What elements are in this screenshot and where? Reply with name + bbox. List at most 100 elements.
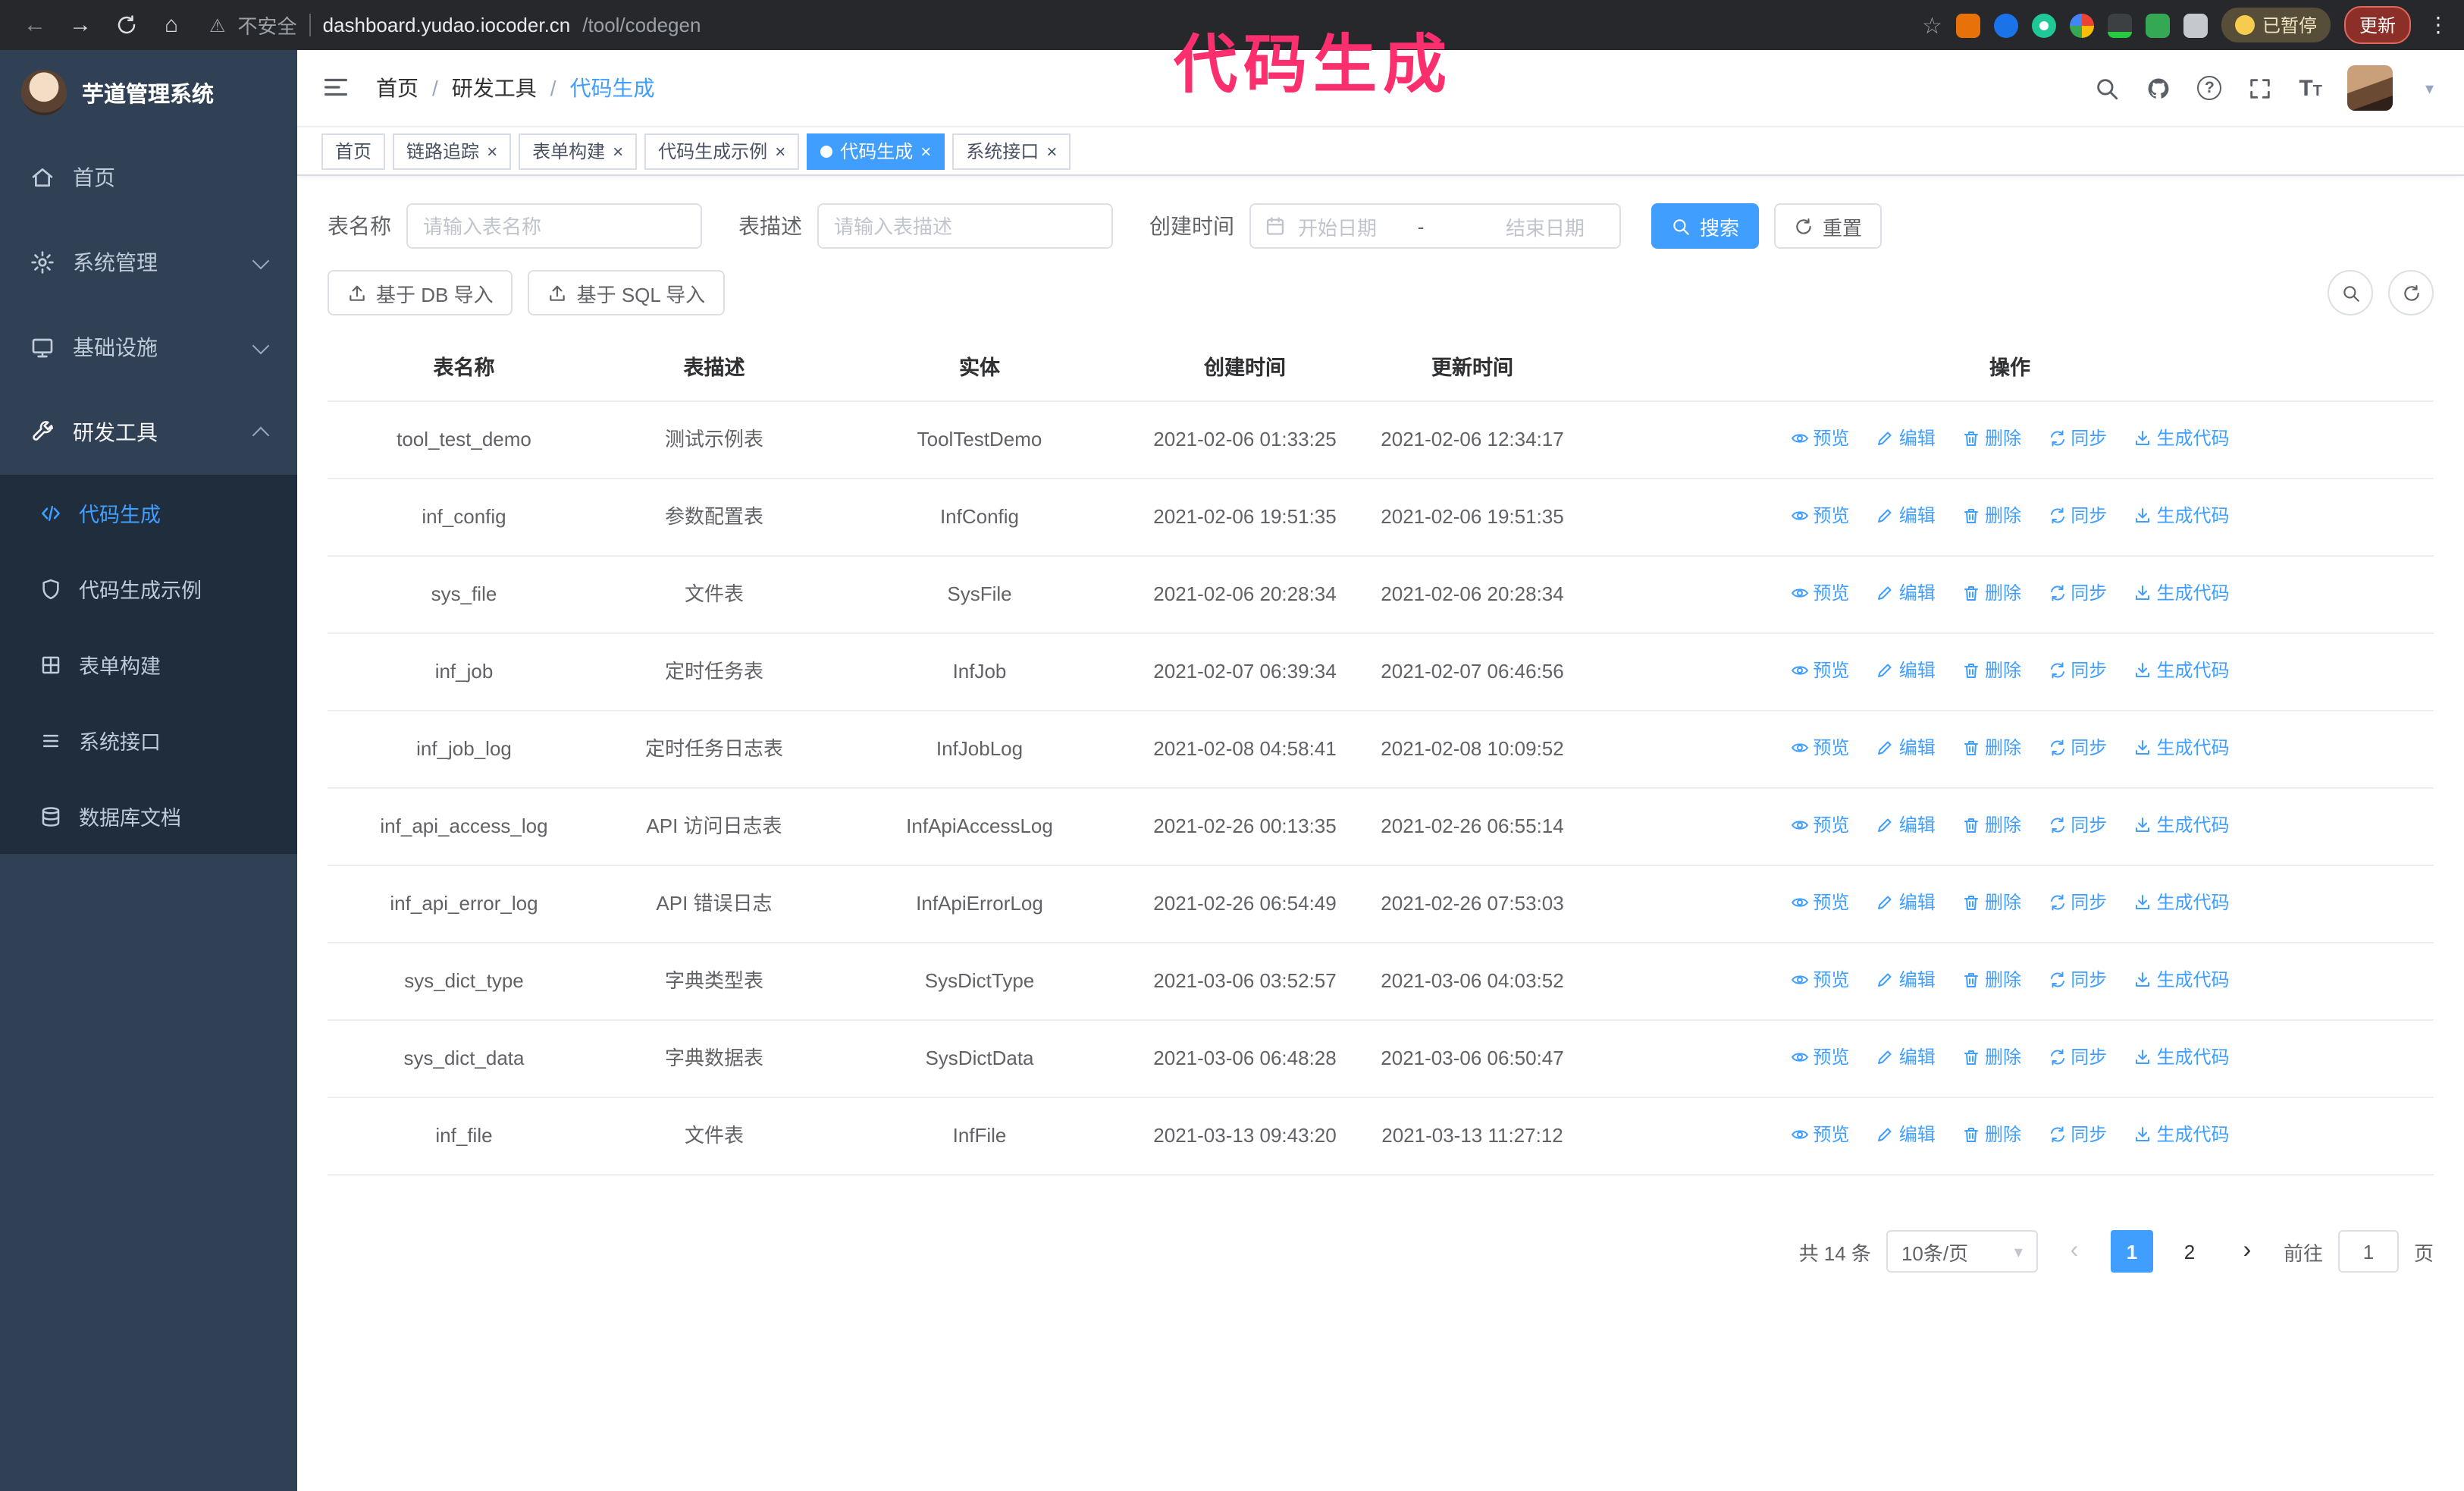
sync-link[interactable]: 同步 (2048, 733, 2107, 763)
preview-link[interactable]: 预览 (1790, 965, 1849, 995)
sync-link[interactable]: 同步 (2048, 965, 2107, 995)
sync-link[interactable]: 同步 (2048, 578, 2107, 608)
import-sql-button[interactable]: 基于 SQL 导入 (528, 270, 726, 315)
generate-code-link[interactable]: 生成代码 (2134, 1119, 2230, 1150)
delete-link[interactable]: 删除 (1962, 733, 2021, 763)
tab-system-api[interactable]: 系统接口 × (952, 133, 1071, 169)
preview-link[interactable]: 预览 (1790, 423, 1849, 454)
extension-icon[interactable] (2069, 13, 2094, 37)
table-desc-input[interactable] (817, 203, 1113, 249)
preview-link[interactable]: 预览 (1790, 733, 1849, 763)
next-page-button[interactable]: › (2225, 1230, 2268, 1273)
delete-link[interactable]: 删除 (1962, 655, 2021, 686)
preview-link[interactable]: 预览 (1790, 887, 1849, 918)
close-icon[interactable]: × (920, 142, 931, 160)
reset-button[interactable]: 重置 (1774, 203, 1882, 249)
sidebar-item-form-builder[interactable]: 表单构建 (0, 626, 297, 702)
generate-code-link[interactable]: 生成代码 (2134, 655, 2230, 686)
generate-code-link[interactable]: 生成代码 (2134, 578, 2230, 608)
generate-code-link[interactable]: 生成代码 (2134, 887, 2230, 918)
edit-link[interactable]: 编辑 (1876, 965, 1936, 995)
prev-page-button[interactable]: ‹ (2052, 1230, 2096, 1273)
search-icon[interactable] (2094, 75, 2120, 101)
generate-code-link[interactable]: 生成代码 (2134, 733, 2230, 763)
generate-code-link[interactable]: 生成代码 (2134, 501, 2230, 531)
tab-tracing[interactable]: 链路追踪 × (393, 133, 512, 169)
browser-back-button[interactable]: ← (15, 5, 55, 45)
sync-link[interactable]: 同步 (2048, 1119, 2107, 1150)
goto-page-input[interactable] (2337, 1230, 2399, 1273)
delete-link[interactable]: 删除 (1962, 887, 2021, 918)
sidebar-item-system[interactable]: 系统管理 (0, 220, 297, 305)
edit-link[interactable]: 编辑 (1876, 1042, 1936, 1072)
sync-link[interactable]: 同步 (2048, 887, 2107, 918)
preview-link[interactable]: 预览 (1790, 501, 1849, 531)
sidebar-item-codegen-example[interactable]: 代码生成示例 (0, 551, 297, 626)
table-name-input[interactable] (406, 203, 702, 249)
create-time-range-picker[interactable]: 开始日期 - 结束日期 (1249, 203, 1621, 249)
sync-link[interactable]: 同步 (2048, 655, 2107, 686)
edit-link[interactable]: 编辑 (1876, 1119, 1936, 1150)
generate-code-link[interactable]: 生成代码 (2134, 810, 2230, 840)
search-button[interactable]: 搜索 (1651, 203, 1760, 249)
sync-link[interactable]: 同步 (2048, 501, 2107, 531)
page-button-1[interactable]: 1 (2110, 1230, 2153, 1273)
edit-link[interactable]: 编辑 (1876, 655, 1936, 686)
generate-code-link[interactable]: 生成代码 (2134, 1042, 2230, 1072)
extensions-puzzle-icon[interactable] (2183, 13, 2208, 37)
close-icon[interactable]: × (1046, 142, 1057, 160)
extension-icon[interactable] (1955, 13, 1980, 37)
preview-link[interactable]: 预览 (1790, 810, 1849, 840)
extension-icon[interactable] (2107, 13, 2132, 37)
extension-icon[interactable] (2031, 13, 2056, 37)
generate-code-link[interactable]: 生成代码 (2134, 965, 2230, 995)
delete-link[interactable]: 删除 (1962, 501, 2021, 531)
font-size-icon[interactable]: TT (2299, 77, 2322, 99)
update-button[interactable]: 更新 (2343, 6, 2411, 44)
toggle-search-button[interactable] (2328, 270, 2373, 315)
address-bar[interactable]: ⚠ 不安全 dashboard.yudao.iocoder.cn/tool/co… (209, 11, 1916, 39)
github-icon[interactable] (2146, 75, 2171, 101)
page-size-select[interactable]: 10条/页 ▾ (1886, 1230, 2038, 1273)
edit-link[interactable]: 编辑 (1876, 887, 1936, 918)
tab-home[interactable]: 首页 (321, 133, 386, 169)
tab-codegen[interactable]: 代码生成 × (807, 133, 945, 169)
preview-link[interactable]: 预览 (1790, 578, 1849, 608)
extension-icon[interactable] (2145, 13, 2170, 37)
sidebar-item-infrastructure[interactable]: 基础设施 (0, 305, 297, 390)
delete-link[interactable]: 删除 (1962, 423, 2021, 454)
breadcrumb-home[interactable]: 首页 (376, 73, 419, 103)
preview-link[interactable]: 预览 (1790, 655, 1849, 686)
tab-form-builder[interactable]: 表单构建 × (519, 133, 638, 169)
edit-link[interactable]: 编辑 (1876, 733, 1936, 763)
bookmark-star-icon[interactable]: ☆ (1922, 11, 1942, 39)
refresh-table-button[interactable] (2388, 270, 2434, 315)
delete-link[interactable]: 删除 (1962, 578, 2021, 608)
extension-icon[interactable] (1993, 13, 2018, 37)
sidebar-item-dev-tools[interactable]: 研发工具 (0, 390, 297, 475)
browser-home-button[interactable]: ⌂ (152, 5, 191, 45)
close-icon[interactable]: × (487, 142, 497, 160)
delete-link[interactable]: 删除 (1962, 965, 2021, 995)
sync-link[interactable]: 同步 (2048, 810, 2107, 840)
close-icon[interactable]: × (613, 142, 623, 160)
user-avatar[interactable] (2347, 65, 2393, 111)
tab-codegen-example[interactable]: 代码生成示例 × (644, 133, 800, 169)
edit-link[interactable]: 编辑 (1876, 810, 1936, 840)
delete-link[interactable]: 删除 (1962, 810, 2021, 840)
breadcrumb-dev-tools[interactable]: 研发工具 (452, 73, 537, 103)
edit-link[interactable]: 编辑 (1876, 423, 1936, 454)
preview-link[interactable]: 预览 (1790, 1042, 1849, 1072)
sidebar-item-codegen[interactable]: 代码生成 (0, 475, 297, 551)
browser-menu-icon[interactable]: ⋮ (2428, 12, 2449, 38)
sidebar-item-db-doc[interactable]: 数据库文档 (0, 778, 297, 854)
sidebar-item-home[interactable]: 首页 (0, 135, 297, 220)
generate-code-link[interactable]: 生成代码 (2134, 423, 2230, 454)
edit-link[interactable]: 编辑 (1876, 578, 1936, 608)
preview-link[interactable]: 预览 (1790, 1119, 1849, 1150)
edit-link[interactable]: 编辑 (1876, 501, 1936, 531)
sync-link[interactable]: 同步 (2048, 1042, 2107, 1072)
help-icon[interactable]: ? (2197, 76, 2222, 100)
browser-forward-button[interactable]: → (61, 5, 100, 45)
sidebar-collapse-button[interactable] (321, 73, 352, 103)
